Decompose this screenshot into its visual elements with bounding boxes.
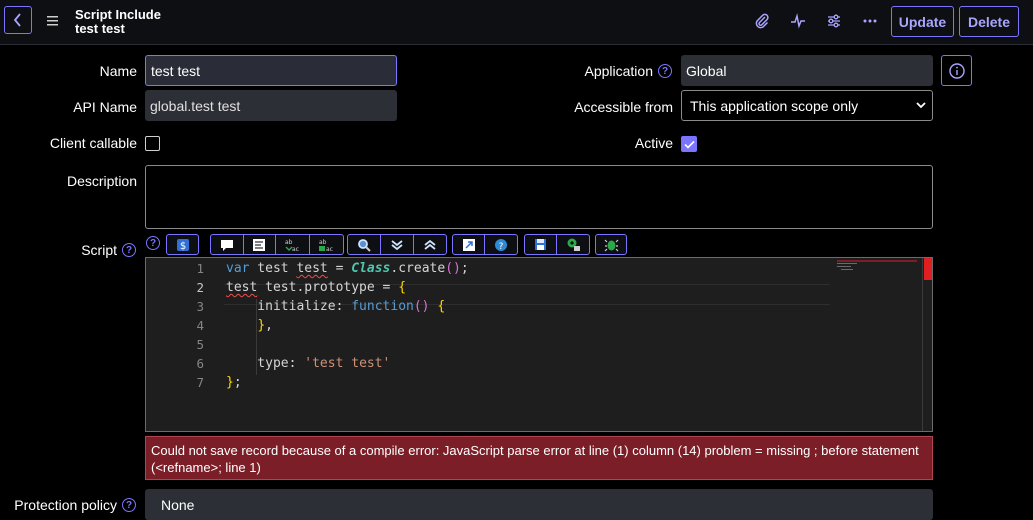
name-input[interactable]: test test [145, 55, 397, 86]
protection-policy-label: Protection policy [14, 497, 117, 513]
update-button[interactable]: Update [891, 6, 954, 37]
replace-all-button[interactable]: ab ac [310, 235, 343, 254]
syntax-check-button[interactable] [595, 234, 627, 255]
activity-icon[interactable] [789, 12, 807, 30]
editor-help-icon[interactable]: ? [146, 236, 160, 250]
api-name-label: API Name [73, 99, 137, 115]
svg-text:?: ? [499, 242, 504, 252]
name-label: Name [99, 63, 137, 79]
page-title: Script Include test test [75, 8, 161, 36]
code-line: }, [257, 318, 273, 333]
chevron-double-up-icon [424, 239, 436, 250]
checkmark-icon [683, 140, 695, 149]
script-macro-button[interactable]: $ [166, 234, 199, 255]
editor-help-button[interactable]: ? [485, 235, 517, 254]
comment-icon [220, 239, 233, 251]
bug-icon [604, 239, 618, 252]
replace-icon: abac [285, 239, 299, 252]
record-name-title: test test [75, 21, 125, 36]
format-code-icon [253, 238, 266, 251]
application-field: Global [681, 55, 933, 86]
more-icon[interactable] [861, 12, 879, 30]
save-script-button[interactable] [525, 235, 558, 254]
application-label: Application [584, 63, 654, 79]
save-icon [535, 239, 546, 250]
settings-sliders-icon[interactable] [825, 12, 843, 30]
active-checkbox[interactable] [681, 136, 697, 152]
unfold-button[interactable] [414, 235, 446, 254]
overview-ruler-error-marker [924, 258, 932, 280]
svg-text:ac: ac [326, 246, 333, 252]
description-textarea[interactable] [145, 165, 933, 229]
accessible-from-value: This application scope only [690, 97, 859, 114]
svg-text:ab: ab [319, 239, 327, 246]
attachment-icon[interactable] [753, 12, 771, 30]
minimap [837, 260, 921, 272]
code-line: initialize: function() { [226, 299, 446, 314]
line-number: 6 [196, 356, 204, 371]
accessible-from-select[interactable]: This application scope only [681, 90, 933, 121]
search-icon [358, 238, 371, 252]
script-editor[interactable]: 1 2 3 4 5 6 7 var test test = Class.crea… [145, 257, 933, 432]
fold-button[interactable] [381, 235, 414, 254]
info-button[interactable] [941, 55, 972, 86]
code-line: test test.prototype = { [226, 280, 407, 295]
editor-toolbar-group-3: ? [452, 234, 518, 255]
fullscreen-button[interactable] [453, 235, 486, 254]
replace-all-icon: abac [319, 239, 333, 252]
client-callable-label: Client callable [49, 135, 137, 151]
search-button[interactable] [348, 235, 381, 254]
info-icon [948, 62, 965, 79]
accessible-from-label: Accessible from [574, 99, 673, 115]
format-code-button[interactable] [244, 235, 277, 254]
svg-text:$: $ [179, 241, 185, 252]
script-macro-icon: $ [176, 238, 189, 252]
replace-button[interactable]: ab ac [276, 235, 310, 254]
editor-toolbar-group-2 [347, 234, 447, 255]
client-callable-checkbox[interactable] [145, 136, 160, 151]
line-number: 4 [196, 318, 204, 333]
help-icon[interactable]: ? [658, 64, 672, 78]
protection-help-icon[interactable]: ? [122, 498, 136, 512]
chevron-left-icon [13, 13, 21, 27]
debug-gear-icon [567, 238, 580, 251]
form-header: Script Include test test Update Delete [0, 0, 1033, 45]
code-line: var test test = Class.create(); [226, 261, 469, 276]
protection-policy-select[interactable]: None [145, 489, 933, 520]
record-type-title: Script Include [75, 7, 161, 22]
comment-button[interactable] [211, 235, 244, 254]
editor-toolbar-group-1: ab ac ab ac [210, 234, 344, 255]
active-label: Active [634, 135, 673, 151]
line-number: 3 [196, 299, 204, 314]
chevron-double-down-icon [391, 239, 403, 250]
script-label: Script [81, 242, 117, 258]
vertical-scrollbar[interactable] [922, 258, 923, 431]
code-line: }; [226, 375, 242, 390]
api-name-field: global.test test [145, 90, 397, 121]
error-message: Could not save record because of a compi… [145, 436, 933, 480]
menu-icon[interactable] [46, 14, 60, 28]
line-number: 7 [196, 375, 204, 390]
code-line: type: 'test test' [226, 356, 391, 371]
line-number: 1 [196, 261, 204, 276]
svg-text:ac: ac [292, 246, 299, 252]
delete-button[interactable]: Delete [959, 6, 1019, 37]
expand-icon [462, 238, 475, 251]
question-icon: ? [495, 238, 507, 252]
editor-toolbar-group-4 [524, 234, 590, 255]
script-help-icon[interactable]: ? [122, 243, 136, 257]
svg-text:ab: ab [285, 239, 293, 246]
line-number: 2 [196, 280, 204, 295]
chevron-down-icon [916, 102, 926, 109]
description-label: Description [66, 173, 137, 189]
line-number: 5 [196, 337, 204, 352]
script-debugger-button[interactable] [557, 235, 589, 254]
back-button[interactable] [4, 6, 32, 34]
